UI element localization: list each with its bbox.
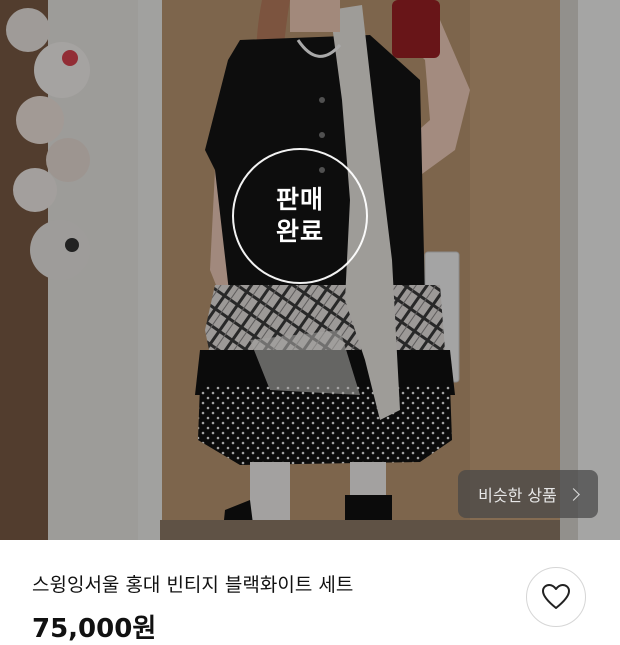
sold-out-badge: 판매 완료 [232, 148, 368, 284]
product-photo[interactable]: 판매 완료 비슷한 상품 [0, 0, 620, 540]
sold-out-label: 판매 완료 [275, 184, 324, 247]
chevron-right-icon [566, 487, 580, 501]
similar-products-button[interactable]: 비슷한 상품 [458, 470, 598, 518]
like-button[interactable] [526, 567, 586, 627]
product-info: 스윙잉서울 홍대 빈티지 블랙화이트 세트 75,000원 [0, 540, 620, 644]
similar-products-label: 비슷한 상품 [478, 486, 557, 505]
product-title: 스윙잉서울 홍대 빈티지 블랙화이트 세트 [32, 574, 354, 596]
heart-outline-icon [542, 584, 570, 609]
product-price: 75,000원 [32, 614, 157, 644]
